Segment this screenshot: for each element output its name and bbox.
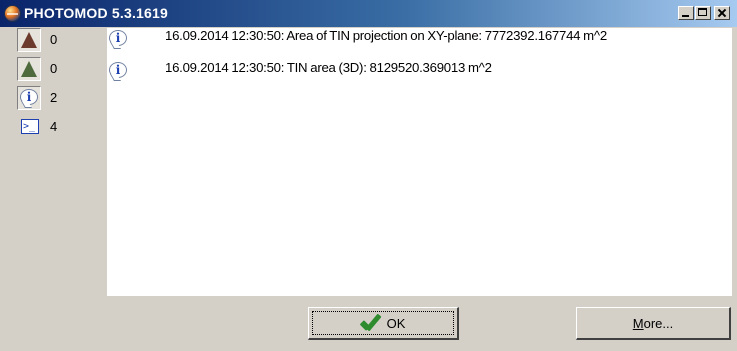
error-count: 0 — [50, 32, 58, 47]
warning-triangle-icon — [21, 61, 37, 77]
warning-count: 0 — [50, 61, 58, 76]
photomod-app-icon[interactable] — [4, 5, 21, 22]
filter-errors[interactable]: 0 — [17, 28, 97, 53]
log-entry[interactable]: i 16.09.2014 12:30:50: Area of TIN proje… — [107, 29, 732, 61]
filter-warnings-button[interactable] — [17, 57, 41, 81]
message-window: PHOTOMOD 5.3.1619 0 0 i 2 >_ 4 i 16.09.2… — [0, 0, 737, 351]
message-log[interactable]: i 16.09.2014 12:30:50: Area of TIN proje… — [107, 28, 732, 296]
error-triangle-icon — [21, 32, 37, 48]
info-icon: i — [109, 30, 128, 47]
close-button[interactable] — [714, 6, 730, 20]
filter-info-button[interactable]: i — [17, 86, 41, 110]
maximize-button[interactable] — [695, 6, 711, 20]
button-bar: OK More... — [0, 297, 737, 351]
ok-button[interactable]: OK — [308, 307, 459, 340]
console-count: 4 — [50, 119, 58, 134]
log-entry-text: 16.09.2014 12:30:50: Area of TIN project… — [165, 28, 607, 43]
info-icon: i — [109, 62, 128, 79]
filter-console-button[interactable]: >_ — [17, 115, 41, 139]
focus-rect — [312, 311, 454, 335]
filter-warnings[interactable]: 0 — [17, 57, 97, 82]
message-filter-panel: 0 0 i 2 >_ 4 — [13, 28, 105, 296]
filter-errors-button[interactable] — [17, 28, 41, 52]
log-entry-text: 16.09.2014 12:30:50: TIN area (3D): 8129… — [165, 60, 492, 75]
filter-console[interactable]: >_ 4 — [17, 115, 97, 140]
filter-info[interactable]: i 2 — [17, 86, 97, 111]
window-title: PHOTOMOD 5.3.1619 — [24, 5, 168, 21]
log-entry[interactable]: i 16.09.2014 12:30:50: TIN area (3D): 81… — [107, 61, 732, 79]
more-label: ore... — [643, 316, 674, 331]
minimize-button[interactable] — [678, 6, 694, 20]
info-count: 2 — [50, 90, 58, 105]
info-icon: i — [20, 89, 38, 105]
title-bar[interactable]: PHOTOMOD 5.3.1619 — [0, 0, 737, 27]
checkmark-icon — [361, 316, 383, 330]
more-button[interactable]: More... — [576, 307, 731, 340]
console-icon: >_ — [21, 119, 39, 134]
more-accelerator: M — [632, 316, 644, 331]
